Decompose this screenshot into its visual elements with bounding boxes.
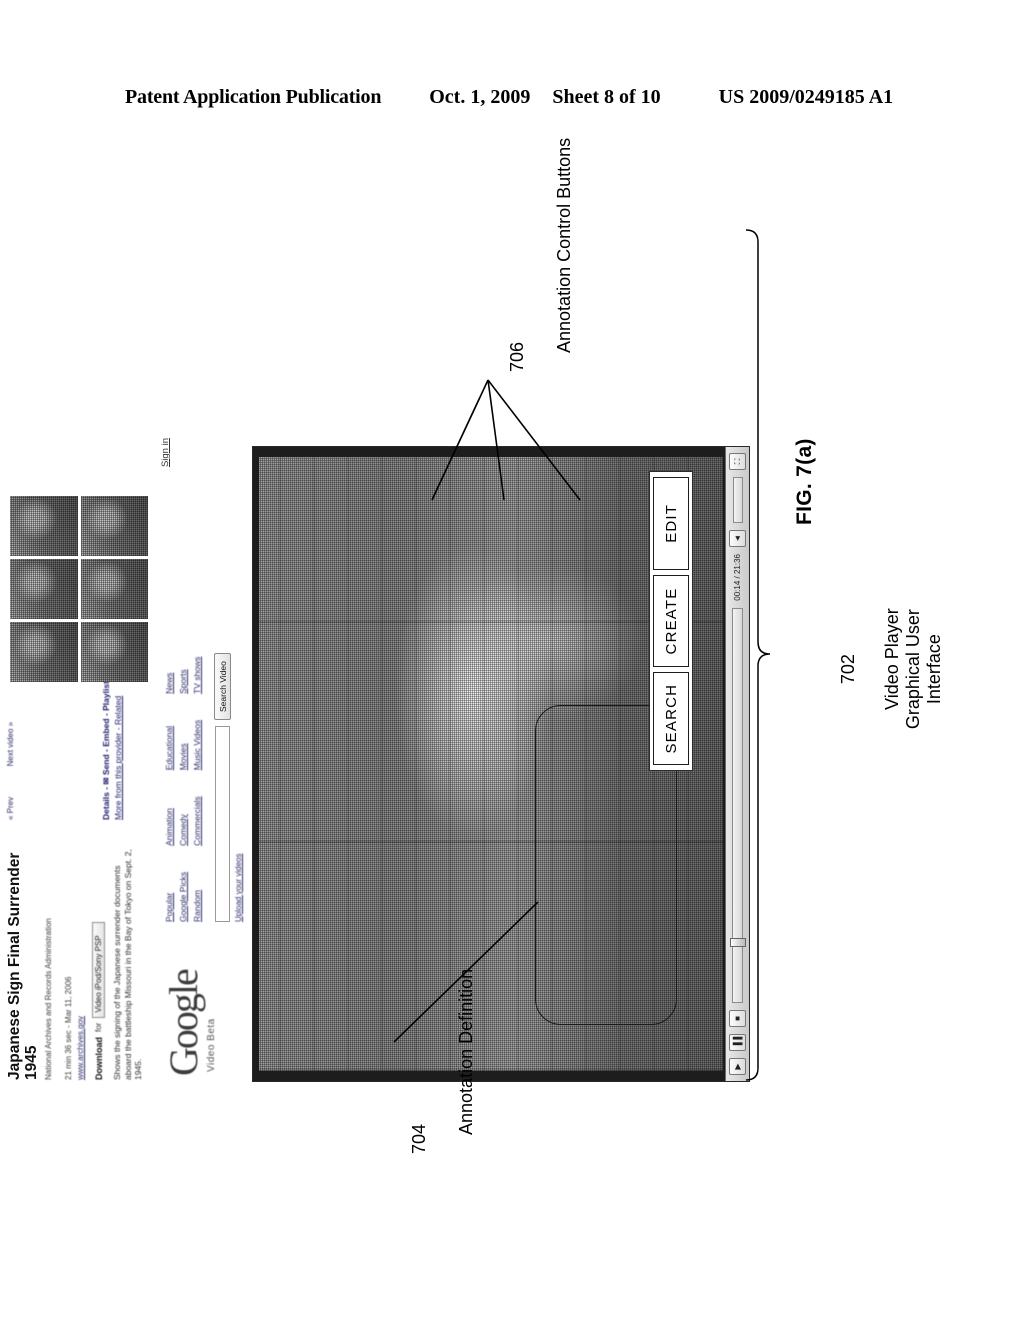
download-row: Download for Video iPod/Sony PSP [92, 922, 105, 1080]
category-link[interactable]: Animation [164, 796, 175, 846]
patent-page-header: Patent Application Publication Oct. 1, 2… [125, 86, 905, 114]
thumbnail-item[interactable] [80, 496, 148, 556]
video-source: National Archives and Records Administra… [44, 918, 53, 1080]
prev-video-link[interactable]: « Prev [6, 797, 15, 820]
thumbnail-item[interactable] [10, 622, 78, 682]
category-link[interactable]: Music Videos [192, 720, 203, 770]
site-masthead: Google Video Beta Sign in Popular Google… [156, 432, 248, 1082]
fullscreen-icon[interactable]: ⛶ [729, 453, 746, 470]
annotation-create-button[interactable]: CREATE [653, 574, 689, 668]
category-nav[interactable]: Popular Google Picks Random Animation Co… [164, 592, 203, 922]
callout-706: 706 Annotation Control Buttons [462, 138, 597, 372]
volume-icon[interactable]: ◄ [729, 530, 746, 547]
video-title: Japanese Sign Final Surrender 1945 [6, 852, 40, 1080]
category-link[interactable]: Google Picks [178, 872, 189, 922]
callout-704: 704 Annotation Definition [364, 969, 499, 1154]
download-format-select[interactable]: Video iPod/Sony PSP [92, 922, 105, 1018]
publication-title: Patent Application Publication [125, 86, 382, 108]
category-link[interactable]: Comedy [178, 796, 189, 846]
volume-slider[interactable] [732, 477, 743, 523]
figure-caption: FIG. 7(a) [793, 438, 816, 525]
sign-in-link[interactable]: Sign in [160, 438, 171, 467]
category-link[interactable]: TV shows [192, 657, 203, 694]
next-video-link[interactable]: Next video » [6, 722, 15, 766]
category-link[interactable]: Sports [178, 657, 189, 694]
category-link[interactable]: Commercials [192, 796, 203, 846]
annotation-control-buttons[interactable]: SEARCH CREATE EDIT [649, 471, 693, 771]
category-link[interactable]: Movies [178, 720, 189, 770]
thumbnail-item[interactable] [10, 496, 78, 556]
google-video-wordmark: Video Beta [206, 1018, 217, 1072]
callout-702: 702 Video Player Graphical User Interfac… [796, 608, 966, 730]
patent-number: US 2009/0249185 A1 [718, 86, 894, 108]
player-control-bar[interactable]: ▶ ▐▐ ■ 00:14 / 21:36 ◄ ⛶ [725, 447, 749, 1081]
play-icon[interactable]: ▶ [729, 1058, 746, 1075]
video-detail-panel: Japanese Sign Final Surrender 1945 Natio… [4, 432, 154, 1082]
video-provider-link[interactable]: www.archives.gov [76, 1016, 85, 1080]
video-duration: 21 min 36 sec - Mar 11, 2006 [64, 976, 73, 1080]
callout-702-text: Video Player Graphical User Interface [882, 608, 944, 730]
thumbnail-item[interactable] [80, 559, 148, 619]
category-link[interactable]: News [164, 657, 175, 694]
publication-date: Oct. 1, 2009 [429, 86, 531, 108]
search-area[interactable]: Search Video [214, 653, 231, 922]
category-column: News Sports TV shows [164, 657, 203, 694]
progress-knob[interactable] [730, 937, 746, 947]
thumbnail-item[interactable] [10, 559, 78, 619]
category-link[interactable]: Educational [164, 720, 175, 770]
thumbnail-item[interactable] [80, 622, 148, 682]
stop-icon[interactable]: ■ [729, 1010, 746, 1027]
sheet-number: Sheet 8 of 10 [552, 86, 661, 108]
video-description: Shows the signing of the Japanese surren… [112, 849, 143, 1080]
video-player[interactable]: SEARCH CREATE EDIT ▶ ▐▐ ■ 00:14 / 21:36 … [252, 446, 750, 1082]
related-thumbnail-grid[interactable] [10, 496, 148, 682]
prev-next-nav[interactable]: « Prev Next video » [6, 722, 15, 820]
download-for-label: for [94, 1022, 103, 1032]
upload-videos-link[interactable]: Upload your videos [234, 854, 243, 922]
playback-progress-slider[interactable] [730, 607, 746, 1003]
category-link[interactable]: Popular [164, 872, 175, 922]
figure-canvas: Japanese Sign Final Surrender 1945 Natio… [6, 138, 944, 1160]
callout-702-ref: 702 [838, 654, 858, 685]
callout-704-text: Annotation Definition [456, 968, 476, 1135]
callout-706-text: Annotation Control Buttons [554, 137, 574, 353]
category-column: Popular Google Picks Random [164, 872, 203, 922]
annotation-edit-button[interactable]: EDIT [653, 476, 689, 570]
search-video-button[interactable]: Search Video [214, 653, 231, 720]
annotation-search-button[interactable]: SEARCH [653, 672, 689, 765]
playback-time: 00:14 / 21:36 [733, 554, 742, 601]
callout-706-ref: 706 [507, 341, 527, 372]
category-column: Educational Movies Music Videos [164, 720, 203, 770]
download-label: Download [93, 1037, 104, 1080]
category-link[interactable]: Random [192, 872, 203, 922]
pause-icon[interactable]: ▐▐ [729, 1034, 746, 1051]
category-column: Animation Comedy Commercials [164, 796, 203, 846]
callout-704-ref: 704 [409, 1123, 429, 1154]
search-input[interactable] [215, 726, 230, 922]
